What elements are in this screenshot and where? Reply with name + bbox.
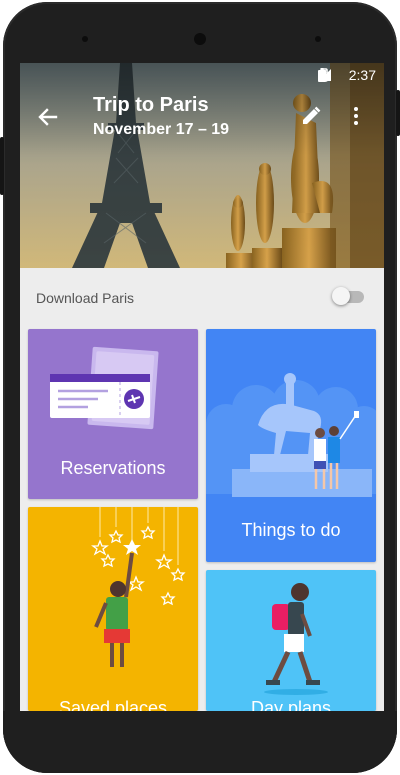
- status-time: 2:37: [348, 67, 376, 83]
- sensor-dot: [315, 36, 321, 42]
- toggle-thumb: [332, 287, 350, 305]
- volume-button: [396, 90, 400, 136]
- saved-places-tile[interactable]: Saved places: [28, 507, 198, 711]
- trip-dates: November 17 – 19: [93, 121, 230, 138]
- saved-places-label: Saved places: [58, 698, 168, 711]
- trip-header: LTE 2:37 Trip to Paris November 17 – 19: [20, 63, 384, 268]
- things-to-do-tile[interactable]: Things to do: [206, 329, 376, 562]
- stars-illustration: [91, 507, 186, 667]
- things-to-do-label: Things to do: [241, 520, 341, 540]
- phone-bottom-bezel: [3, 711, 397, 773]
- walker-illustration: [264, 583, 328, 695]
- status-icons: LTE: [318, 68, 336, 82]
- download-row: Download Paris: [20, 268, 384, 324]
- back-arrow-icon[interactable]: [34, 103, 62, 131]
- sensor-dot: [82, 36, 88, 42]
- day-plans-tile[interactable]: Day plans: [206, 570, 376, 711]
- app-screen: LTE 2:37 Trip to Paris November 17 – 19 …: [20, 63, 384, 711]
- reservations-tile[interactable]: Reservations: [28, 329, 198, 499]
- front-camera: [194, 33, 206, 45]
- download-toggle[interactable]: [332, 287, 364, 305]
- day-plans-label: Day plans: [250, 698, 332, 711]
- more-vert-icon[interactable]: [350, 105, 362, 127]
- download-label: Download Paris: [36, 290, 135, 306]
- pencil-icon[interactable]: [300, 105, 322, 127]
- reservations-label: Reservations: [60, 458, 166, 478]
- trip-title: Trip to Paris: [93, 94, 209, 116]
- power-button: [0, 137, 4, 195]
- status-bar: LTE 2:37: [20, 63, 384, 87]
